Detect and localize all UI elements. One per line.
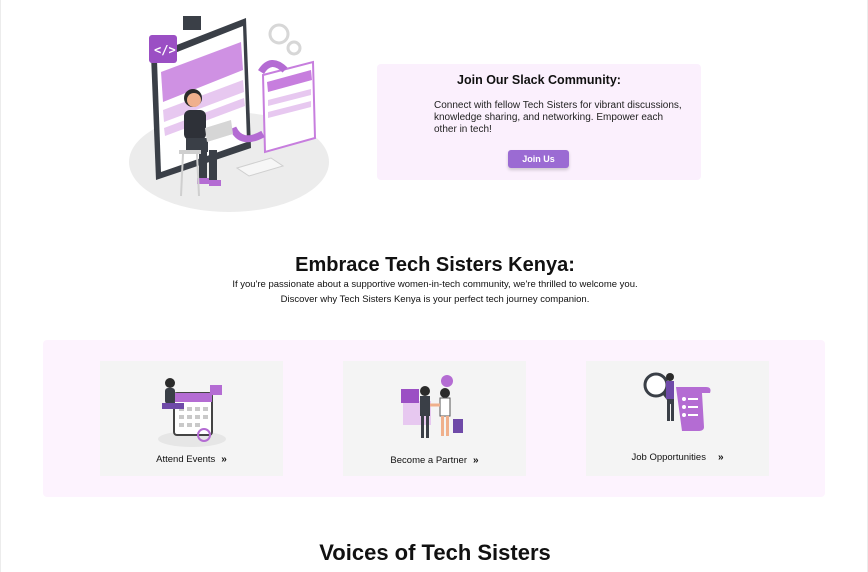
job-search-illustration-icon [643, 372, 710, 431]
page: </> Join Our Slack Community: Connect wi… [0, 0, 868, 572]
chevron-right-icon: » [473, 455, 479, 466]
become-partner-label: Become a Partner [390, 455, 467, 466]
calendar-illustration-icon [157, 378, 226, 447]
slack-community-card: Join Our Slack Community: Connect with f… [377, 64, 701, 180]
chevron-right-icon: » [717, 452, 724, 463]
slack-card-description: Connect with fellow Tech Sisters for vib… [434, 100, 682, 135]
slack-card-title: Join Our Slack Community: [457, 73, 621, 87]
embrace-text-line-2: Discover why Tech Sisters Kenya is your … [280, 294, 590, 305]
developer-illustration: </> [129, 16, 329, 212]
voices-heading: Voices of Tech Sisters [319, 540, 551, 565]
job-opportunities-label: Job Opportunities [631, 452, 706, 463]
handshake-illustration-icon [400, 375, 463, 438]
job-opportunities-card[interactable]: Job Opportunities » [586, 361, 769, 476]
attend-events-card[interactable]: Attend Events » [100, 361, 283, 476]
attend-events-label: Attend Events [156, 454, 216, 465]
svg-text:</>: </> [154, 43, 176, 57]
become-partner-card[interactable]: Become a Partner » [343, 361, 526, 476]
embrace-heading: Embrace Tech Sisters Kenya: [295, 254, 575, 276]
join-us-button[interactable]: Join Us [508, 150, 569, 168]
chevron-right-icon: » [221, 454, 227, 465]
embrace-text-line-1: If you're passionate about a supportive … [232, 279, 638, 290]
features-band: Attend Events » Become a Partner » Job Opp… [43, 340, 825, 497]
